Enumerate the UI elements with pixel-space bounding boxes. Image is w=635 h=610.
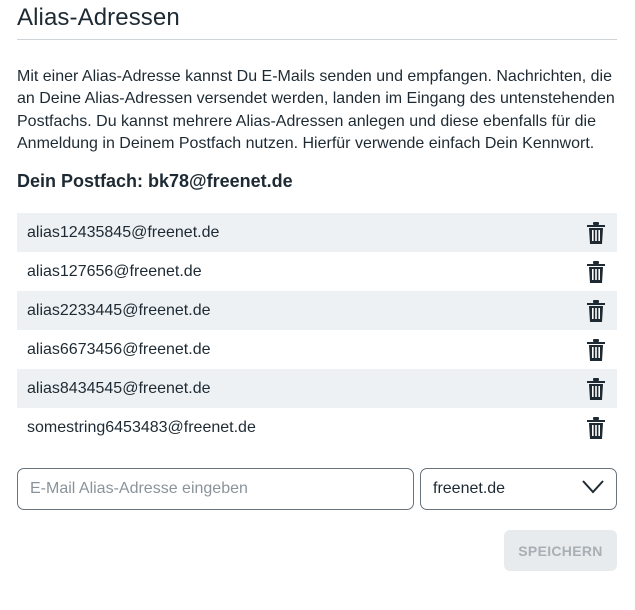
domain-selected-value: freenet.de xyxy=(433,480,506,498)
alias-address: alias6673456@freenet.de xyxy=(27,340,211,358)
alias-address: alias127656@freenet.de xyxy=(27,262,202,280)
intro-text: Mit einer Alias-Adresse kannst Du E-Mail… xyxy=(17,68,615,152)
alias-settings-panel: Alias-Adressen Mit einer Alias-Adresse k… xyxy=(17,0,617,572)
save-button[interactable]: SPEICHERN xyxy=(504,530,617,572)
alias-row: alias2233445@freenet.de xyxy=(17,291,617,331)
title-divider xyxy=(17,39,617,40)
alias-row: alias127656@freenet.de xyxy=(17,252,617,291)
alias-address: alias8434545@freenet.de xyxy=(27,379,211,397)
alias-row: alias6673456@freenet.de xyxy=(17,330,617,369)
alias-row: somestring6453483@freenet.de xyxy=(17,408,617,447)
trash-icon[interactable] xyxy=(585,416,607,440)
domain-select[interactable]: freenet.de xyxy=(420,468,617,511)
alias-address: alias12435845@freenet.de xyxy=(27,223,220,241)
alias-row: alias8434545@freenet.de xyxy=(17,369,617,409)
page-title: Alias-Adressen xyxy=(17,4,180,31)
trash-icon[interactable] xyxy=(585,338,607,362)
mailbox-label: Dein Postfach: bk78@freenet.de xyxy=(17,171,293,192)
alias-address: somestring6453483@freenet.de xyxy=(27,418,256,436)
trash-icon[interactable] xyxy=(585,377,607,401)
alias-row: alias12435845@freenet.de xyxy=(17,213,617,253)
alias-address: alias2233445@freenet.de xyxy=(27,301,211,319)
alias-address-input[interactable] xyxy=(17,468,414,511)
save-actions: SPEICHERN xyxy=(17,530,617,572)
trash-icon[interactable] xyxy=(585,299,607,323)
alias-list: alias12435845@freenet.de alias127656@fre… xyxy=(17,213,617,447)
chevron-down-icon xyxy=(582,480,604,499)
trash-icon[interactable] xyxy=(585,221,607,245)
trash-icon[interactable] xyxy=(585,260,607,284)
add-alias-form: freenet.de xyxy=(17,468,617,511)
